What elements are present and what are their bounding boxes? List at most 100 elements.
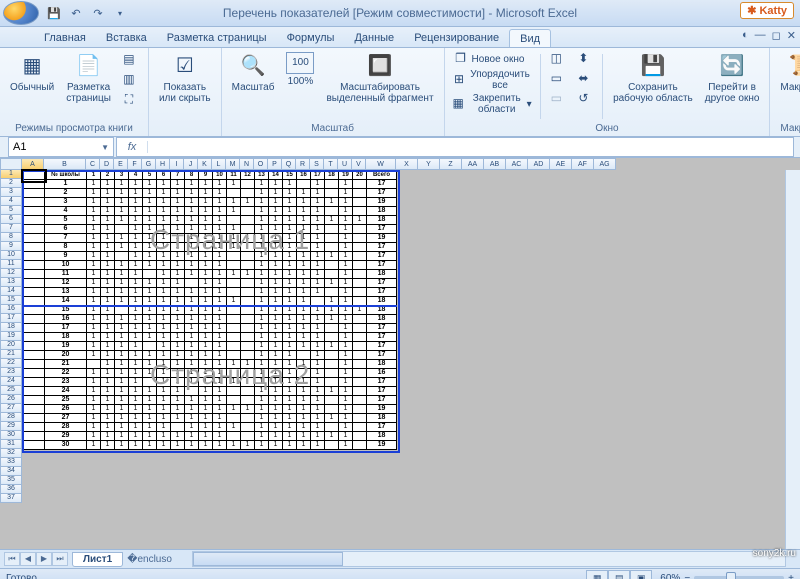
column-header[interactable]: Z — [440, 158, 462, 170]
next-sheet-icon[interactable]: ▶ — [36, 552, 52, 566]
row-header[interactable]: 7 — [0, 224, 22, 233]
zoom-button[interactable]: 🔍Масштаб — [228, 50, 279, 95]
column-header[interactable]: AC — [506, 158, 528, 170]
normal-view-icon[interactable]: ▦ — [586, 570, 608, 579]
qat-dropdown-icon[interactable]: ▾ — [112, 5, 128, 21]
layout-view-icon[interactable]: ▤ — [608, 570, 630, 579]
row-header[interactable]: 1 — [0, 170, 22, 179]
row-header[interactable]: 15 — [0, 296, 22, 305]
break-view-icon[interactable]: ▣ — [630, 570, 652, 579]
zoom-level[interactable]: 60% — [660, 573, 680, 579]
zoom-in-icon[interactable]: + — [788, 573, 794, 579]
row-header[interactable]: 5 — [0, 206, 22, 215]
minimize-icon[interactable]: — — [755, 29, 766, 42]
save-workspace-button[interactable]: 💾Сохранить рабочую область — [609, 50, 697, 106]
column-header[interactable]: F — [128, 158, 142, 170]
row-header[interactable]: 2 — [0, 179, 22, 188]
column-header[interactable]: K — [198, 158, 212, 170]
macros-button[interactable]: 📜Макросы — [776, 50, 800, 95]
last-sheet-icon[interactable]: ⏭ — [52, 552, 68, 566]
row-header[interactable]: 23 — [0, 368, 22, 377]
row-header[interactable]: 10 — [0, 251, 22, 260]
row-header[interactable]: 24 — [0, 377, 22, 386]
chevron-down-icon[interactable]: ▼ — [101, 143, 109, 152]
column-header[interactable]: X — [396, 158, 418, 170]
column-header[interactable]: J — [184, 158, 198, 170]
hide-button[interactable]: ▭ — [546, 70, 569, 88]
column-header[interactable]: Y — [418, 158, 440, 170]
column-header[interactable]: P — [268, 158, 282, 170]
normal-view-button[interactable]: ▦Обычный — [6, 50, 58, 95]
new-sheet-icon[interactable]: �encluso — [127, 554, 172, 565]
column-header[interactable]: AA — [462, 158, 484, 170]
column-header[interactable]: L — [212, 158, 226, 170]
switch-window-button[interactable]: 🔄Перейти в другое окно — [701, 50, 764, 106]
sheet-tab[interactable]: Лист1 — [72, 552, 123, 567]
page-layout-button[interactable]: 📄Разметка страницы — [62, 50, 115, 106]
split-button[interactable]: ◫ — [546, 50, 569, 68]
row-header[interactable]: 3 — [0, 188, 22, 197]
column-header[interactable]: AE — [550, 158, 572, 170]
row-header[interactable]: 22 — [0, 359, 22, 368]
row-header[interactable]: 14 — [0, 287, 22, 296]
column-header[interactable]: AF — [572, 158, 594, 170]
zoom-thumb[interactable] — [726, 572, 736, 579]
row-header[interactable]: 31 — [0, 440, 22, 449]
row-header[interactable]: 25 — [0, 386, 22, 395]
column-header[interactable]: Q — [282, 158, 296, 170]
tab-вид[interactable]: Вид — [509, 29, 551, 47]
select-all-corner[interactable] — [0, 158, 22, 170]
tab-рецензирование[interactable]: Рецензирование — [404, 29, 509, 47]
page-break-line[interactable] — [23, 305, 397, 307]
column-header[interactable]: I — [170, 158, 184, 170]
tab-вставка[interactable]: Вставка — [96, 29, 157, 47]
reset-pos-button[interactable]: ↺ — [573, 90, 596, 108]
row-header[interactable]: 8 — [0, 233, 22, 242]
zoom-selection-button[interactable]: 🔲Масштабировать выделенный фрагмент — [322, 50, 437, 106]
row-header[interactable]: 30 — [0, 431, 22, 440]
first-sheet-icon[interactable]: ⏮ — [4, 552, 20, 566]
office-button[interactable] — [3, 1, 39, 25]
zoom-out-icon[interactable]: − — [684, 573, 690, 579]
cell-grid[interactable]: № школы1234567891011121314151617181920Вс… — [22, 170, 397, 450]
row-header[interactable]: 4 — [0, 197, 22, 206]
row-header[interactable]: 34 — [0, 467, 22, 476]
unhide-button[interactable]: ▭ — [546, 90, 569, 108]
row-header[interactable]: 16 — [0, 305, 22, 314]
close-icon[interactable]: ✕ — [787, 29, 796, 42]
tab-данные[interactable]: Данные — [344, 29, 404, 47]
row-header[interactable]: 29 — [0, 422, 22, 431]
pagebreak-view-button[interactable]: ▤ — [119, 51, 142, 69]
formula-input[interactable]: fx — [116, 137, 794, 157]
column-header[interactable]: H — [156, 158, 170, 170]
row-header[interactable]: 36 — [0, 485, 22, 494]
column-header[interactable]: S — [310, 158, 324, 170]
prev-sheet-icon[interactable]: ◀ — [20, 552, 36, 566]
sync-scroll-button[interactable]: ⬍ — [573, 50, 596, 68]
fullscreen-button[interactable]: ⛶ — [119, 91, 142, 109]
row-header[interactable]: 17 — [0, 314, 22, 323]
redo-icon[interactable]: ↷ — [90, 5, 106, 21]
maximize-icon[interactable]: ◻ — [772, 29, 781, 42]
column-header[interactable]: C — [86, 158, 100, 170]
column-header[interactable]: A — [22, 158, 44, 170]
row-header[interactable]: 18 — [0, 323, 22, 332]
column-header[interactable]: G — [142, 158, 156, 170]
row-header[interactable]: 19 — [0, 332, 22, 341]
save-icon[interactable]: 💾 — [46, 5, 62, 21]
show-hide-button[interactable]: ☑Показать или скрыть — [155, 50, 215, 106]
row-header[interactable]: 33 — [0, 458, 22, 467]
arrange-button[interactable]: ⊞Упорядочить все — [451, 68, 534, 92]
row-header[interactable]: 26 — [0, 395, 22, 404]
row-header[interactable]: 21 — [0, 350, 22, 359]
freeze-button[interactable]: ▦Закрепить области ▾ — [451, 92, 534, 116]
column-header[interactable]: AB — [484, 158, 506, 170]
row-header[interactable]: 9 — [0, 242, 22, 251]
row-header[interactable]: 11 — [0, 260, 22, 269]
column-header[interactable]: N — [240, 158, 254, 170]
row-header[interactable]: 13 — [0, 278, 22, 287]
column-header[interactable]: B — [44, 158, 86, 170]
column-header[interactable]: M — [226, 158, 240, 170]
row-header[interactable]: 27 — [0, 404, 22, 413]
column-header[interactable]: W — [366, 158, 396, 170]
